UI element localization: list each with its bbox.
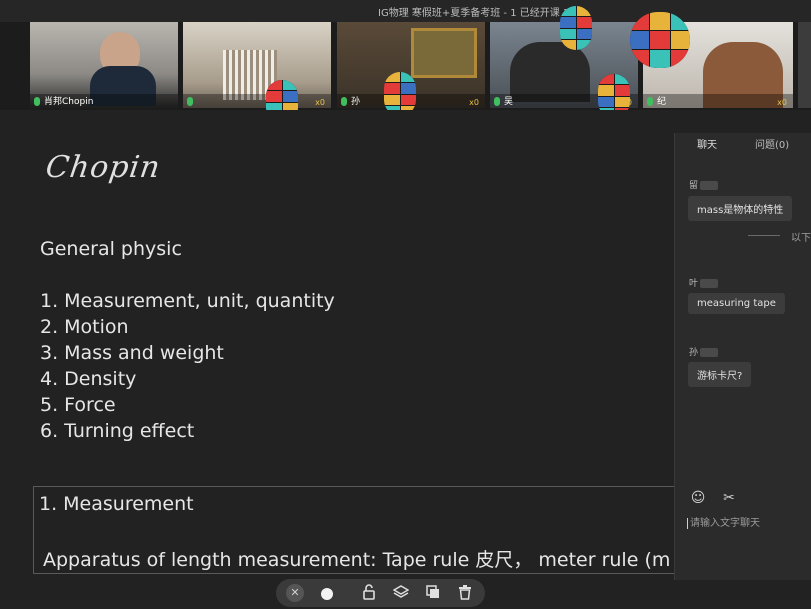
topic-item: 6. Turning effect: [40, 420, 195, 442]
chat-message: mass是物体的特性: [688, 196, 793, 221]
chat-input[interactable]: 请输入文字聊天: [687, 514, 760, 529]
topic-item: 3. Mass and weight: [40, 342, 224, 364]
privacy-mosaic-icon: [630, 12, 690, 68]
close-icon[interactable]: ✕: [286, 584, 304, 602]
participant-name: 纪: [657, 97, 667, 107]
video-tile-2[interactable]: x0: [183, 22, 331, 108]
video-tile-6[interactable]: [798, 22, 811, 108]
chat-message: measuring tape: [688, 293, 785, 314]
window-title: IG物理 寒假班+夏季备考班 - 1 已经开课 16: [378, 8, 576, 19]
tab-chat[interactable]: 聊天: [697, 136, 717, 151]
history-divider-label: 以下: [791, 233, 811, 244]
lock-icon[interactable]: [360, 584, 378, 602]
video-strip: 肖邦Chopin x0 孙 x0 吴 x0 纪 x0: [0, 6, 811, 124]
trophy-count: x0: [777, 98, 787, 107]
trophy-count: x0: [469, 98, 479, 107]
smiley-icon[interactable]: ☺: [690, 490, 706, 506]
trash-icon[interactable]: [456, 584, 474, 602]
handwritten-signature: Chopin: [43, 150, 163, 185]
chat-sender: 留: [689, 178, 719, 191]
layers-icon[interactable]: [392, 584, 410, 602]
board-toolbar: ✕: [276, 579, 485, 607]
chat-panel: 聊天 问题(0) 留 mass是物体的特性 以下 叶 measuring tap…: [674, 133, 811, 580]
chat-message: 游标卡尺?: [688, 362, 752, 387]
text-box[interactable]: 1. Measurement Apparatus of length measu…: [33, 486, 695, 574]
participant-name: 肖邦Chopin: [44, 97, 94, 107]
mic-icon: [34, 97, 40, 106]
mic-icon: [494, 97, 500, 106]
mic-icon: [647, 97, 653, 106]
topic-item: 1. Measurement, unit, quantity: [40, 290, 335, 312]
chat-sender: 叶: [689, 276, 719, 289]
chat-sender: 孙: [689, 345, 719, 358]
tab-questions[interactable]: 问题(0): [755, 136, 789, 151]
scissors-icon[interactable]: ✂: [721, 490, 737, 506]
mic-icon: [187, 97, 193, 106]
topic-item: 5. Force: [40, 394, 116, 416]
mic-icon: [341, 97, 347, 106]
divider: [748, 235, 780, 236]
copy-icon[interactable]: [424, 584, 442, 602]
trophy-count: x0: [315, 98, 325, 107]
topic-item: 2. Motion: [40, 316, 129, 338]
text-box-title: 1. Measurement: [39, 493, 194, 515]
participant-name: 孙: [351, 97, 361, 107]
text-box-body: Apparatus of length measurement: Tape ru…: [43, 549, 671, 571]
board-heading: General physic: [40, 238, 182, 260]
participant-name: 吴: [504, 97, 514, 107]
title-bar: IG物理 寒假班+夏季备考班 - 1 已经开课 16: [0, 0, 811, 22]
privacy-mosaic-icon: [560, 6, 592, 50]
video-tile-1[interactable]: 肖邦Chopin: [30, 22, 178, 108]
topic-item: 4. Density: [40, 368, 137, 390]
pen-dot-icon[interactable]: [318, 584, 336, 602]
